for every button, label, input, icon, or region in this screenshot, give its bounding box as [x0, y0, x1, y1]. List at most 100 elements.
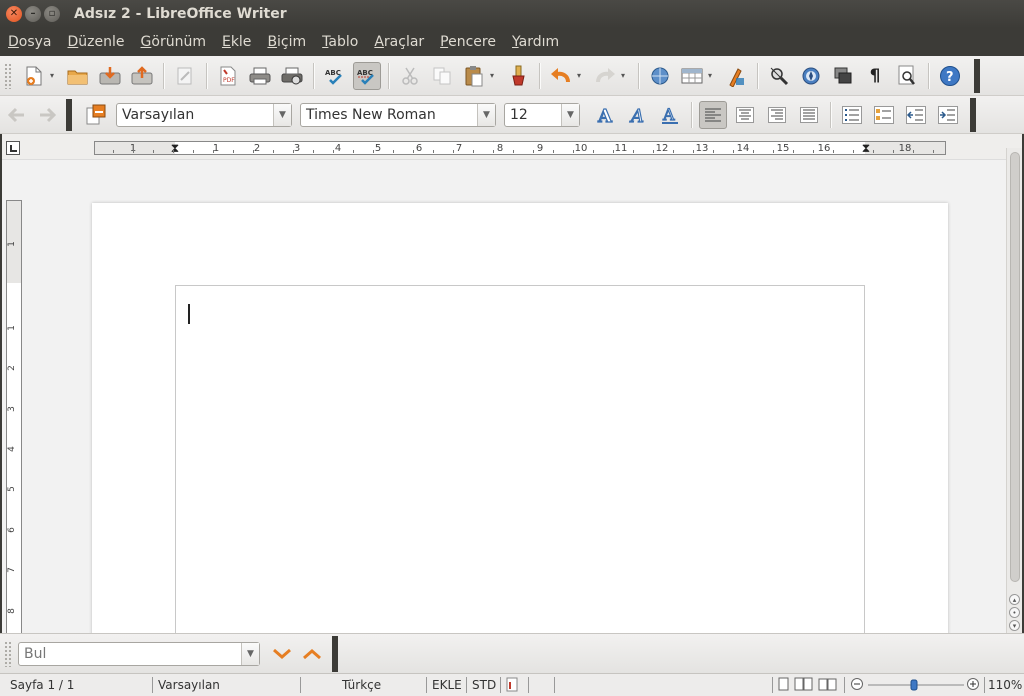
redo-dropdown[interactable]: ▾	[621, 71, 629, 80]
next-page-button[interactable]: ▾	[1009, 620, 1020, 631]
book-view-icon	[818, 678, 837, 691]
book-view-button[interactable]	[818, 677, 838, 694]
bullets-button[interactable]	[870, 101, 898, 129]
single-page-view-button[interactable]	[778, 677, 790, 694]
menu-item-1[interactable]: Düzenle	[68, 34, 125, 50]
vertical-scrollbar[interactable]: ▴ • ▾	[1006, 148, 1022, 633]
table-dropdown[interactable]: ▾	[708, 71, 716, 80]
undo-dropdown[interactable]: ▾	[577, 71, 585, 80]
back-button[interactable]	[2, 101, 30, 129]
gallery-button[interactable]	[829, 62, 857, 90]
align-right-button[interactable]	[763, 101, 791, 129]
minimize-window-button[interactable]: –	[25, 6, 41, 22]
undo-button[interactable]	[547, 62, 575, 90]
paste-button[interactable]	[460, 62, 488, 90]
formatting-marks-button[interactable]: ¶	[861, 62, 889, 90]
redo-button[interactable]	[591, 62, 619, 90]
vertical-ruler[interactable]: 1 1 2 3 4 5 6 7 8	[6, 200, 22, 633]
left-indent-marker[interactable]: ⧗	[171, 141, 179, 156]
zoom-slider[interactable]	[866, 678, 966, 695]
navigator-compass-icon	[802, 67, 820, 84]
find-toolbar-grip[interactable]	[4, 640, 12, 667]
find-toolbar-end-grip[interactable]	[332, 635, 338, 672]
table-button[interactable]	[678, 62, 706, 90]
open-button[interactable]	[64, 62, 92, 90]
forward-button[interactable]	[34, 101, 62, 129]
paragraph-style-select[interactable]: Varsayılan ▼	[116, 102, 292, 127]
toolbar-end-grip[interactable]	[970, 97, 976, 132]
page-indicator[interactable]: Sayfa 1 / 1	[10, 678, 74, 692]
tab-stop-selector[interactable]	[6, 141, 20, 155]
ruler-label: 12	[655, 143, 669, 154]
spellcheck-button[interactable]: ABC	[321, 62, 349, 90]
zoom-button[interactable]	[893, 62, 921, 90]
edit-file-button[interactable]	[171, 62, 199, 90]
horizontal-ruler[interactable]: ⧗ ⧗ 1 1 2 3 4 5 6 7 8 9 10 11 12 13 14 15 16 18	[94, 141, 946, 155]
clone-formatting-button[interactable]	[504, 62, 532, 90]
show-draw-functions-button[interactable]	[722, 62, 750, 90]
zoom-out-button[interactable]	[850, 677, 864, 694]
menu-accelerator: E	[221, 34, 231, 50]
print-preview-button[interactable]	[278, 62, 306, 90]
right-indent-marker[interactable]: ⧗	[862, 141, 870, 156]
scrollbar-thumb[interactable]	[1010, 152, 1020, 582]
zoom-icon	[898, 65, 915, 85]
find-previous-button[interactable]	[300, 642, 324, 666]
auto-spellcheck-icon: ABC	[357, 69, 374, 85]
underline-button[interactable]: A	[656, 101, 684, 129]
justify-button[interactable]	[795, 101, 823, 129]
ruler-label: 2	[253, 143, 261, 154]
save-button[interactable]	[96, 62, 124, 90]
toolbar-grip[interactable]	[66, 98, 72, 131]
bold-button[interactable]: A	[592, 101, 620, 129]
new-document-button[interactable]	[20, 62, 48, 90]
menu-item-0[interactable]: Dosya	[8, 34, 52, 50]
navigator-button[interactable]	[797, 62, 825, 90]
close-window-button[interactable]: ✕	[6, 6, 22, 22]
find-input[interactable]: Bul ▼	[18, 641, 260, 666]
zoom-level-indicator[interactable]: 110%	[988, 678, 1022, 692]
help-button[interactable]: ?	[936, 62, 964, 90]
insert-mode-indicator[interactable]: EKLE	[432, 678, 462, 692]
find-next-button[interactable]	[270, 642, 294, 666]
toolbar-grip[interactable]	[4, 62, 12, 89]
font-size-select[interactable]: 12 ▼	[504, 102, 580, 127]
language-indicator[interactable]: Türkçe	[342, 678, 381, 692]
send-email-button[interactable]	[128, 62, 156, 90]
align-left-button[interactable]	[699, 100, 727, 129]
selection-mode-indicator[interactable]: STD	[472, 678, 496, 692]
multi-page-view-button[interactable]	[794, 677, 814, 694]
menu-item-7[interactable]: Pencere	[440, 34, 496, 50]
italic-button[interactable]: A	[624, 101, 652, 129]
numbering-button[interactable]	[838, 101, 866, 129]
menu-item-3[interactable]: Ekle	[222, 34, 251, 50]
toolbar-end-grip[interactable]	[974, 58, 980, 93]
paste-dropdown[interactable]: ▾	[490, 71, 498, 80]
maximize-window-button[interactable]: ▫	[44, 6, 60, 22]
export-pdf-button[interactable]: PDF	[214, 62, 242, 90]
menu-item-6[interactable]: Araçlar	[374, 34, 424, 50]
find-replace-button[interactable]	[765, 62, 793, 90]
menu-item-2[interactable]: Görünüm	[141, 34, 206, 50]
menu-item-8[interactable]: Yardım	[512, 34, 559, 50]
new-document-dropdown[interactable]: ▾	[50, 71, 58, 80]
page-style-indicator[interactable]: Varsayılan	[158, 678, 220, 692]
styles-formatting-button[interactable]	[82, 101, 110, 129]
print-button[interactable]	[246, 62, 274, 90]
menu-item-4[interactable]: Biçim	[267, 34, 306, 50]
zoom-in-button[interactable]	[966, 677, 980, 694]
menu-item-5[interactable]: Tablo	[322, 34, 358, 50]
decrease-indent-button[interactable]	[902, 101, 930, 129]
cut-button[interactable]	[396, 62, 424, 90]
hyperlink-button[interactable]	[646, 62, 674, 90]
increase-indent-button[interactable]	[934, 101, 962, 129]
document-modified-icon[interactable]	[506, 677, 520, 696]
navigation-dot-button[interactable]: •	[1009, 607, 1020, 618]
text-body-area[interactable]	[175, 285, 865, 633]
copy-button[interactable]	[428, 62, 456, 90]
auto-spellcheck-button[interactable]: ABC	[353, 61, 381, 90]
document-page[interactable]	[92, 203, 948, 633]
align-center-button[interactable]	[731, 101, 759, 129]
font-name-select[interactable]: Times New Roman ▼	[300, 102, 496, 127]
previous-page-button[interactable]: ▴	[1009, 594, 1020, 605]
